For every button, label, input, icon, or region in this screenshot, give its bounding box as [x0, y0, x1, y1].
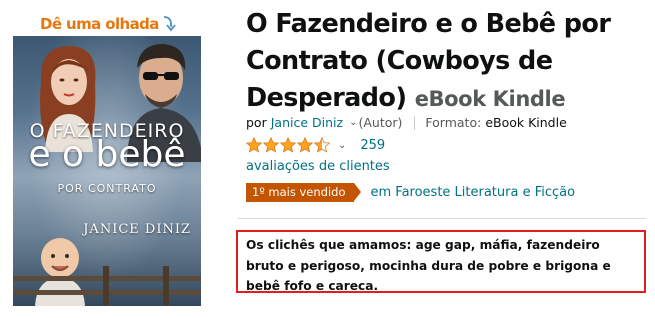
format-label: Formato: [425, 115, 482, 130]
book-cover-image[interactable]: O FAZENDEIRO e o bebê POR CONTRATO JANIC… [13, 36, 201, 306]
promo-text: Os clichês que amamos: age gap, máfia, f… [246, 238, 611, 293]
rating-count-link[interactable]: 259 [360, 138, 385, 153]
cover-title-line2: e o bebê [28, 134, 186, 175]
rating-row: ⌄ 259 [246, 137, 385, 153]
curved-arrow-icon [163, 16, 176, 32]
byline: por Janice Diniz ⌄ (Autor) Formato: eBoo… [246, 115, 567, 130]
reviews-label-link[interactable]: avaliações de clientes [246, 159, 390, 174]
byline-divider [414, 115, 416, 130]
bestseller-row: 1º mais vendido em Faroeste Literatura e… [246, 183, 575, 202]
by-label: por [246, 115, 267, 130]
format-value: eBook Kindle [485, 115, 567, 130]
author-role: (Autor) [358, 115, 403, 130]
rating-chevron-down-icon[interactable]: ⌄ [338, 140, 346, 151]
author-link[interactable]: Janice Diniz [271, 115, 343, 130]
promo-highlight-box: Os clichês que amamos: age gap, máfia, f… [236, 230, 646, 293]
cover-fence [13, 266, 201, 306]
look-inside-link[interactable]: Dê uma olhada [40, 14, 176, 34]
stars-icon [246, 137, 330, 153]
product-format-suffix: eBook Kindle [414, 87, 566, 111]
section-divider [238, 218, 646, 219]
bestseller-badge[interactable]: 1º mais vendido [246, 183, 363, 202]
star-rating[interactable] [246, 137, 330, 153]
bestseller-category-link[interactable]: em Faroeste Literatura e Ficção [370, 185, 575, 200]
cover-title-line3: POR CONTRATO [57, 182, 157, 195]
look-inside-label: Dê uma olhada [40, 15, 159, 33]
chevron-down-icon[interactable]: ⌄ [349, 117, 357, 128]
product-title: O Fazendeiro e o Bebê por Contrato (Cowb… [246, 6, 646, 118]
cover-author: JANICE DINIZ [83, 222, 191, 237]
